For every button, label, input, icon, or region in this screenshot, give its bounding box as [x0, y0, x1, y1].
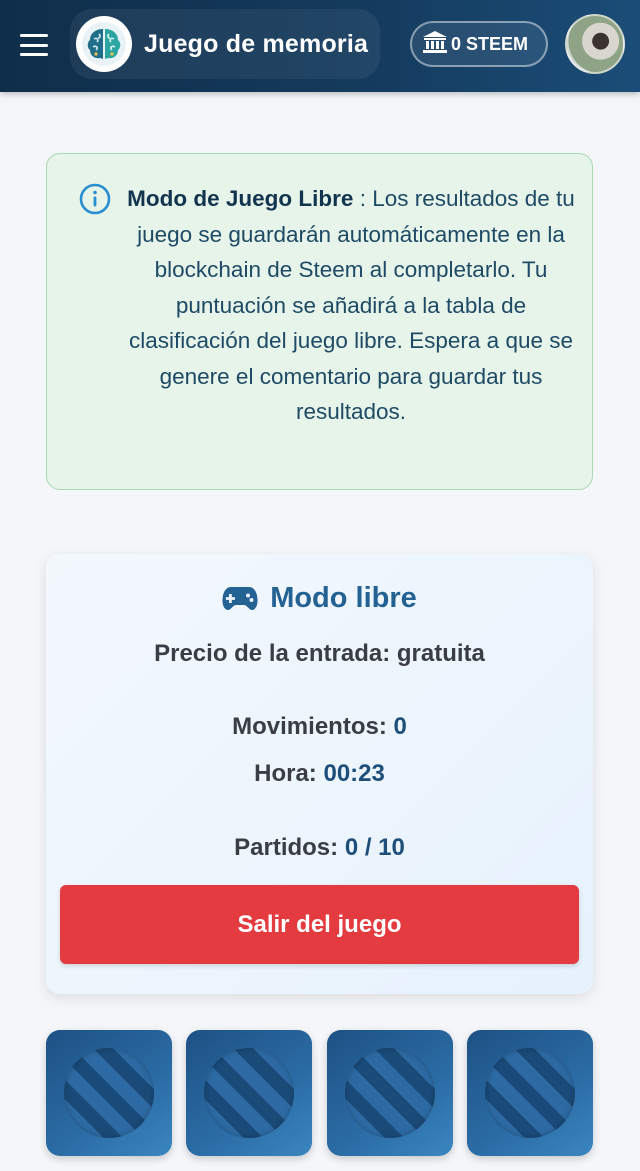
brand-home-link[interactable]: Juego de memoria — [70, 9, 380, 79]
matches-value: 0 / 10 — [344, 834, 405, 861]
wallet-balance-text: 0 STEEM — [451, 33, 529, 54]
brain-logo-icon — [76, 16, 132, 72]
info-circle-icon — [79, 183, 111, 215]
gamepad-icon — [222, 587, 258, 610]
free-mode-info-box: Modo de Juego Libre : Los resultados de … — [46, 153, 593, 490]
mode-title-text: Modo libre — [270, 581, 417, 614]
time-label: Hora: — [254, 760, 324, 787]
entry-price: Precio de la entrada: gratuita — [154, 640, 485, 667]
time-counter: Hora: 00:23 — [46, 760, 593, 788]
moves-label: Movimientos: — [232, 713, 394, 740]
info-message-body: : Los resultados de tu juego se guardará… — [128, 186, 575, 424]
bank-icon — [422, 30, 448, 59]
game-status-card: Modo libre Precio de la entrada: gratuit… — [46, 554, 593, 994]
matches-label: Partidos: — [234, 834, 345, 861]
wallet-balance-button[interactable]: 0 STEEM — [410, 21, 548, 67]
card-back-icon — [345, 1048, 435, 1138]
card-back-icon — [64, 1048, 154, 1138]
memory-card[interactable] — [327, 1030, 453, 1156]
time-value: 00:23 — [323, 760, 385, 787]
matches-counter: Partidos: 0 / 10 — [46, 834, 593, 862]
memory-card[interactable] — [467, 1030, 593, 1156]
moves-value: 0 — [393, 713, 407, 740]
info-message: Modo de Juego Libre : Los resultados de … — [127, 181, 575, 430]
mode-title: Modo libre — [46, 578, 593, 618]
card-back-icon — [204, 1048, 294, 1138]
memory-card[interactable] — [46, 1030, 172, 1156]
card-back-icon — [485, 1048, 575, 1138]
app-title: Juego de memoria — [144, 29, 369, 58]
moves-counter: Movimientos: 0 — [46, 713, 593, 741]
exit-game-button[interactable]: Salir del juego — [60, 885, 579, 964]
user-avatar[interactable] — [565, 14, 625, 74]
app-header: Juego de memoria 0 STEEM — [0, 0, 640, 92]
info-mode-label: Modo de Juego Libre — [127, 186, 354, 211]
hamburger-menu-icon[interactable] — [20, 34, 48, 56]
memory-card[interactable] — [186, 1030, 312, 1156]
